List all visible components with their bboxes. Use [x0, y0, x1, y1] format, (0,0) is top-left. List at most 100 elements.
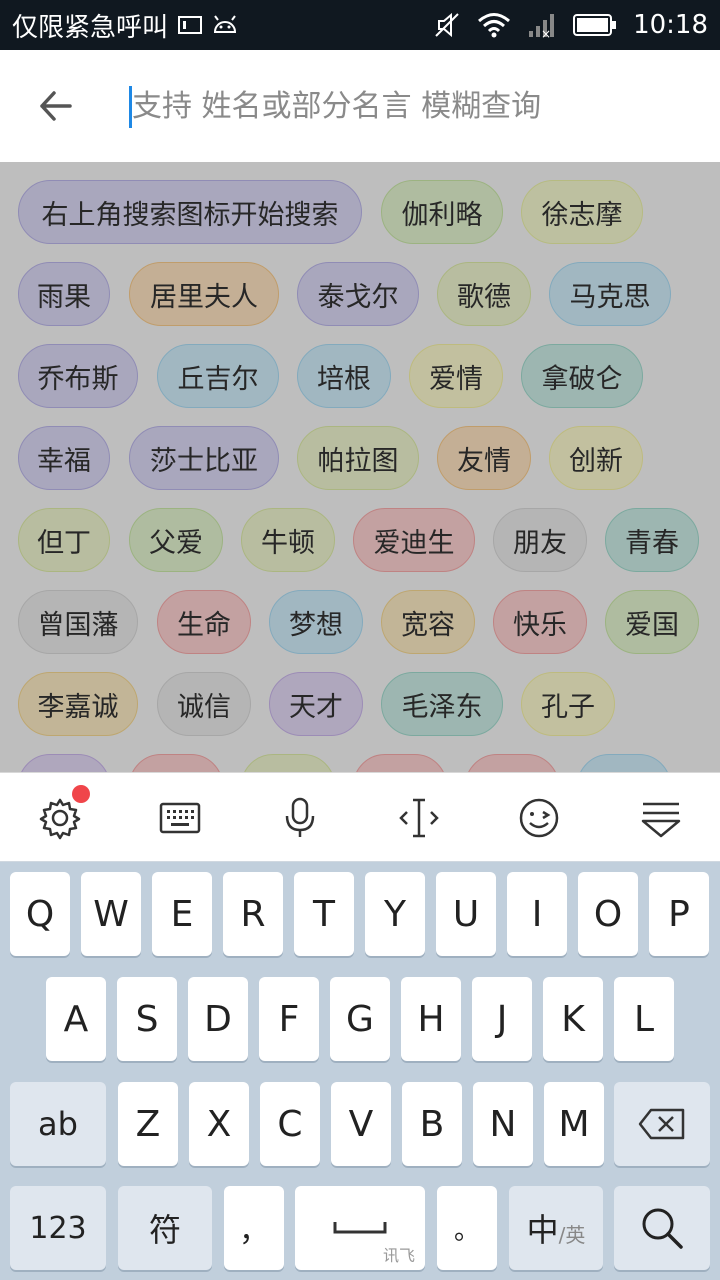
key-r[interactable]: R: [223, 872, 283, 956]
key-l[interactable]: L: [614, 977, 674, 1061]
tag-chip[interactable]: 雨果: [18, 262, 110, 326]
key-i[interactable]: I: [507, 872, 567, 956]
key-a[interactable]: A: [46, 977, 106, 1061]
mute-icon: [433, 11, 461, 39]
key-p[interactable]: P: [649, 872, 709, 956]
tag-chip[interactable]: 生命: [157, 590, 251, 654]
key-d[interactable]: D: [188, 977, 248, 1061]
tag-chip[interactable]: 马克思: [549, 262, 671, 326]
tag-chip[interactable]: [18, 754, 110, 772]
key-f[interactable]: F: [259, 977, 319, 1061]
tag-chip[interactable]: [577, 754, 671, 772]
notification-dot: [72, 785, 90, 803]
key-t[interactable]: T: [294, 872, 354, 956]
key-h[interactable]: H: [401, 977, 461, 1061]
text-cursor-icon[interactable]: [396, 795, 442, 841]
tag-chip[interactable]: 宽容: [381, 590, 475, 654]
tag-chip[interactable]: [241, 754, 335, 772]
tag-chip[interactable]: 毛泽东: [381, 672, 503, 736]
tag-chip[interactable]: 歌德: [437, 262, 531, 326]
space-icon: [333, 1222, 387, 1234]
sim-card-icon: [178, 15, 203, 35]
key-m[interactable]: M: [544, 1082, 604, 1166]
tag-chip[interactable]: 天才: [269, 672, 363, 736]
tag-chip[interactable]: 拿破仑: [521, 344, 643, 408]
battery-icon: [573, 13, 617, 37]
key-g[interactable]: G: [330, 977, 390, 1061]
tag-chip[interactable]: [353, 754, 447, 772]
key-v[interactable]: V: [331, 1082, 391, 1166]
space-key-sub: 讯飞: [382, 1246, 415, 1265]
keyboard-icon[interactable]: [157, 795, 203, 841]
emoji-icon[interactable]: [516, 795, 562, 841]
clock: 10:18: [633, 10, 708, 40]
period-key[interactable]: 。: [437, 1186, 497, 1270]
svg-text:×: ×: [541, 27, 551, 39]
signal-icon: ×: [527, 11, 557, 39]
android-icon: [212, 15, 238, 35]
backspace-icon: [638, 1108, 685, 1140]
tag-chip[interactable]: 父爱: [129, 508, 223, 572]
key-w[interactable]: W: [81, 872, 141, 956]
tag-chip[interactable]: 梦想: [269, 590, 363, 654]
tag-chip[interactable]: 朋友: [493, 508, 587, 572]
key-s[interactable]: S: [117, 977, 177, 1061]
key-k[interactable]: K: [543, 977, 603, 1061]
key-b[interactable]: B: [402, 1082, 462, 1166]
search-icon: [642, 1208, 683, 1249]
tag-chip[interactable]: 培根: [297, 344, 391, 408]
key-q[interactable]: Q: [10, 872, 70, 956]
tag-chip[interactable]: 帕拉图: [297, 426, 419, 490]
shift-ab-key[interactable]: ab: [10, 1082, 106, 1166]
collapse-keyboard-icon[interactable]: [638, 795, 684, 841]
tag-chip[interactable]: 爱迪生: [353, 508, 475, 572]
tag-chip[interactable]: 牛顿: [241, 508, 335, 572]
symbol-key[interactable]: 符: [118, 1186, 212, 1270]
key-u[interactable]: U: [436, 872, 496, 956]
tag-chip[interactable]: 乔布斯: [18, 344, 138, 408]
tag-chip[interactable]: 居里夫人: [129, 262, 279, 326]
key-n[interactable]: N: [473, 1082, 533, 1166]
search-header: [0, 50, 720, 162]
tag-chip[interactable]: 徐志摩: [521, 180, 643, 244]
tag-chip[interactable]: 快乐: [493, 590, 587, 654]
tag-chip[interactable]: 右上角搜索图标开始搜索: [18, 180, 362, 244]
tag-chip[interactable]: 但丁: [18, 508, 110, 572]
tag-chip[interactable]: 诚信: [157, 672, 251, 736]
tag-chip[interactable]: [465, 754, 559, 772]
tag-cloud: 右上角搜索图标开始搜索 伽利略 徐志摩 雨果 居里夫人 泰戈尔 歌德 马克思 乔布斯 丘吉尔 培根爱…: [0, 162, 720, 772]
number-key[interactable]: 123: [10, 1186, 106, 1270]
key-e[interactable]: E: [152, 872, 212, 956]
status-bar: 仅限紧急呼叫 × 10:18: [0, 0, 720, 50]
tag-chip[interactable]: 幸福: [18, 426, 110, 490]
backspace-key[interactable]: [614, 1082, 710, 1166]
tag-chip[interactable]: 莎士比亚: [129, 426, 279, 490]
tag-chip[interactable]: 青春: [605, 508, 699, 572]
language-switch-key[interactable]: 中/英: [509, 1186, 603, 1270]
tag-chip[interactable]: 爱情: [409, 344, 503, 408]
key-z[interactable]: Z: [118, 1082, 178, 1166]
microphone-icon[interactable]: [277, 795, 323, 841]
tag-chip[interactable]: 曾国藩: [18, 590, 138, 654]
tag-chip[interactable]: [129, 754, 223, 772]
tag-chip[interactable]: 丘吉尔: [157, 344, 279, 408]
key-j[interactable]: J: [472, 977, 532, 1061]
search-input[interactable]: [132, 80, 692, 132]
tag-chip[interactable]: 李嘉诚: [18, 672, 138, 736]
tag-chip[interactable]: 孔子: [521, 672, 615, 736]
key-c[interactable]: C: [260, 1082, 320, 1166]
back-button[interactable]: [32, 82, 80, 130]
comma-key[interactable]: ，: [224, 1186, 284, 1270]
tag-chip[interactable]: 伽利略: [381, 180, 503, 244]
tag-chip[interactable]: 友情: [437, 426, 531, 490]
keyboard-toolbar: [0, 772, 720, 862]
key-x[interactable]: X: [189, 1082, 249, 1166]
tag-chip[interactable]: 爱国: [605, 590, 699, 654]
arrow-left-icon: [40, 91, 72, 121]
tag-chip[interactable]: 泰戈尔: [297, 262, 419, 326]
search-key[interactable]: [614, 1186, 710, 1270]
key-o[interactable]: O: [578, 872, 638, 956]
space-key[interactable]: 讯飞: [295, 1186, 425, 1270]
key-y[interactable]: Y: [365, 872, 425, 956]
tag-chip[interactable]: 创新: [549, 426, 643, 490]
